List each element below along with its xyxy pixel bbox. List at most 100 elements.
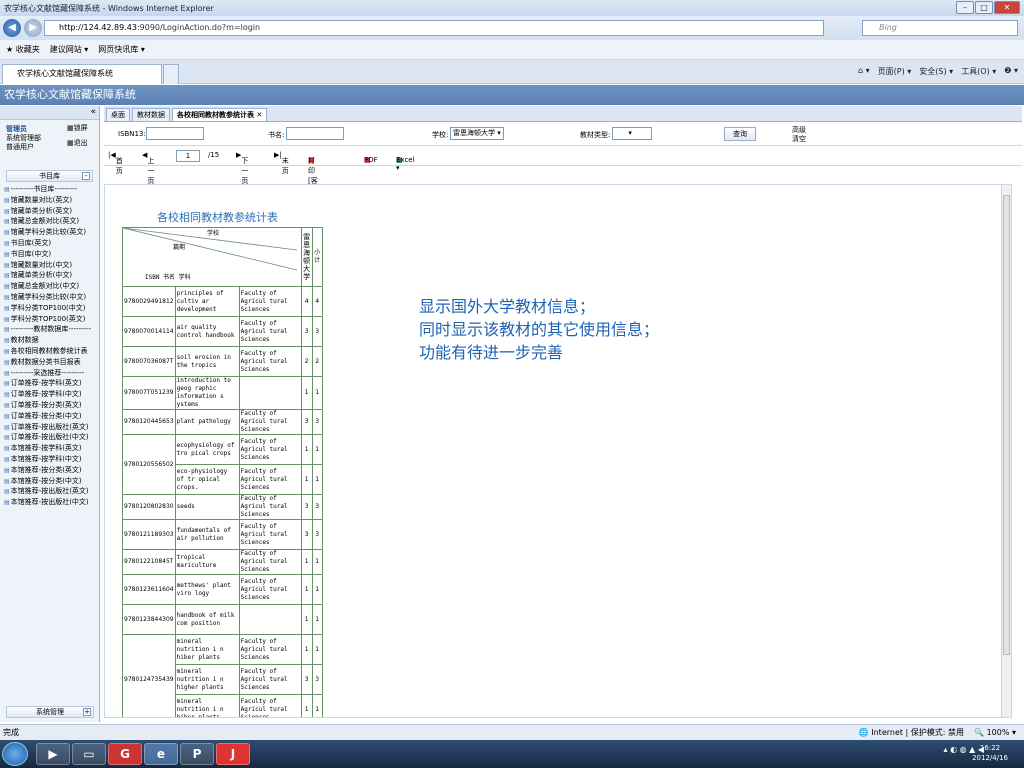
search-placeholder: Bing: [879, 23, 897, 32]
search-input[interactable]: Bing: [862, 20, 1018, 36]
tree-item[interactable]: 馆藏总金额对比(中文): [0, 281, 99, 292]
tree-item[interactable]: 教材数据: [0, 335, 99, 346]
tab-textbook-stats[interactable]: 各校相同教材教参统计表 ✕: [172, 108, 268, 121]
prev-page-button[interactable]: ◀ 上一页: [142, 151, 154, 185]
tree-item[interactable]: 各校相同教材教参统计表: [0, 346, 99, 357]
tree-item[interactable]: 书目库(中文): [0, 249, 99, 260]
tree-item[interactable]: 订单推荐-按出版社(英文): [0, 422, 99, 433]
pdf-app-icon[interactable]: J: [216, 743, 250, 765]
home-icon[interactable]: ⌂ ▾: [858, 66, 870, 77]
explorer-icon[interactable]: ▭: [72, 743, 106, 765]
back-button[interactable]: ◀: [3, 19, 21, 37]
tree-item[interactable]: 本馆推荐-按学科(中文): [0, 454, 99, 465]
zoom-control[interactable]: 🔍 100% ▾: [974, 725, 1016, 740]
table-row: 9780124735439 mineral nutrition i n hiber…: [122, 634, 323, 717]
ie-icon[interactable]: e: [144, 743, 178, 765]
favorites-button[interactable]: ★ 收藏夹: [6, 44, 40, 55]
tree-item[interactable]: 本馆推荐-按学科(英文): [0, 443, 99, 454]
url-path: :9090/LoginAction.do?m=login: [136, 23, 261, 32]
tree-item[interactable]: 馆藏单类分析(中文): [0, 270, 99, 281]
tree-header[interactable]: 书目库 -: [6, 170, 93, 182]
collapse-sidebar-button[interactable]: «: [0, 106, 99, 120]
tree-item[interactable]: 学科分类TOP100(英文): [0, 314, 99, 325]
tab-textbook-data[interactable]: 教材数据: [132, 108, 170, 121]
url-input[interactable]: http://124.42.89.43:9090/LoginAction.do?…: [44, 20, 824, 36]
tree-item[interactable]: 本馆推荐-按分类(英文): [0, 465, 99, 476]
cmd-safety[interactable]: 安全(S) ▾: [919, 66, 953, 77]
tree-item[interactable]: 订单推荐-按学科(英文): [0, 378, 99, 389]
subtotal-cell: 1: [311, 549, 323, 575]
subtotal-cell: 3: [311, 409, 323, 435]
tree-item[interactable]: 馆藏单类分析(英文): [0, 206, 99, 217]
subtotal-cell: 3: [311, 664, 323, 695]
minimize-button[interactable]: –: [956, 1, 974, 14]
tab-desktop[interactable]: 桌面: [106, 108, 130, 121]
tree-item[interactable]: 馆藏总金额对比(英文): [0, 216, 99, 227]
cmd-help[interactable]: ❷ ▾: [1004, 66, 1018, 77]
school-select[interactable]: 雷恩海顿大学 ▾: [450, 127, 504, 140]
cmd-page[interactable]: 页面(P) ▾: [878, 66, 912, 77]
app-header: 农学核心文献馆藏保障系统: [0, 85, 1024, 105]
table-corner-header: 学校 篇期 ISBN 书名 学科: [122, 227, 302, 287]
page-total: /15: [208, 151, 220, 159]
fav-item[interactable]: 建议网站 ▾: [50, 44, 89, 55]
subtotal-cell: 1: [311, 464, 323, 495]
tree-item[interactable]: 订单推荐-按分类(英文): [0, 400, 99, 411]
tree-item[interactable]: 订单推荐-按分类(中文): [0, 411, 99, 422]
subtotal-cell: 1: [311, 434, 323, 465]
last-page-button[interactable]: ▶| 末页: [274, 151, 289, 175]
title-cell: mineral nutrition i n hiber plants: [174, 634, 240, 665]
system-admin-button[interactable]: 系统管理 +: [6, 706, 94, 718]
isbn-input[interactable]: [146, 127, 204, 140]
tree-item[interactable]: ---------书目库---------: [0, 184, 99, 195]
tree-item[interactable]: 订单推荐-按学科(中文): [0, 389, 99, 400]
isbn-cell: 9780120445653: [122, 409, 176, 435]
address-bar-row: ◀ ▶ http://124.42.89.43:9090/LoginAction…: [0, 16, 1024, 40]
tree-item[interactable]: 订单推荐-按出版社(中文): [0, 432, 99, 443]
tree-item[interactable]: 馆藏学科分类比较(中文): [0, 292, 99, 303]
fav-item[interactable]: 网页快讯库 ▾: [98, 44, 145, 55]
maximize-button[interactable]: □: [975, 1, 993, 14]
tree-item[interactable]: 本馆推荐-按分类(中文): [0, 476, 99, 487]
tree-item[interactable]: 馆藏数量对比(英文): [0, 195, 99, 206]
tree-item[interactable]: 教材数据分类书目报表: [0, 357, 99, 368]
isbn-cell: 978007T051239: [122, 376, 176, 410]
browser-tab[interactable]: 农学核心文献馆藏保障系统: [2, 64, 162, 84]
new-tab-button[interactable]: [163, 64, 179, 84]
tree-item[interactable]: 本馆推荐-按出版社(中文): [0, 497, 99, 508]
cmd-tools[interactable]: 工具(O) ▾: [961, 66, 996, 77]
clock: 16:22 2012/4/16: [972, 744, 1008, 762]
table-row: 978007T051239 introduction to geog raphic…: [122, 376, 323, 410]
col-school-header: 雷恩海顿大学: [300, 227, 313, 287]
first-page-button[interactable]: |◀ 首页: [108, 151, 123, 175]
tree-item[interactable]: ---------采选推荐---------: [0, 368, 99, 379]
subtotal-cell: 4: [311, 286, 323, 317]
subtotal-cell: 1: [311, 634, 323, 665]
app-icon[interactable]: G: [108, 743, 142, 765]
forward-button[interactable]: ▶: [24, 19, 42, 37]
query-button[interactable]: 查询: [724, 127, 756, 141]
logout-button[interactable]: ▦退出: [67, 139, 88, 148]
type-select[interactable]: ▾: [612, 127, 652, 140]
tree-item[interactable]: 书目库(英文): [0, 238, 99, 249]
tree-item[interactable]: 馆藏数量对比(中文): [0, 260, 99, 271]
next-page-button[interactable]: ▶ 下一页: [236, 151, 248, 185]
expand-icon: +: [83, 708, 91, 716]
tree-item[interactable]: 学科分类TOP100(中文): [0, 303, 99, 314]
vertical-scrollbar[interactable]: [1001, 185, 1011, 717]
title-cell: mineral nutrition i n hiber plants.: [174, 694, 240, 717]
tree-item[interactable]: 本馆推荐-按出版社(英文): [0, 486, 99, 497]
lock-screen-button[interactable]: ▦锁屏: [67, 124, 88, 133]
tree-item[interactable]: ---------教材数据库---------: [0, 324, 99, 335]
faculty-cell: Faculty of Agricul tural Sciences: [238, 494, 302, 520]
media-player-icon[interactable]: ▶: [36, 743, 70, 765]
start-button[interactable]: [2, 742, 28, 766]
status-text: 完成: [3, 728, 19, 737]
close-button[interactable]: ✕: [994, 1, 1020, 14]
ppt-icon[interactable]: P: [180, 743, 214, 765]
title-input[interactable]: [286, 127, 344, 140]
isbn-cell: 9780121189303: [122, 519, 176, 550]
page-number-input[interactable]: 1: [176, 150, 200, 162]
tree-item[interactable]: 馆藏学科分类比较(英文): [0, 227, 99, 238]
clear-link[interactable]: 清空: [792, 134, 806, 144]
